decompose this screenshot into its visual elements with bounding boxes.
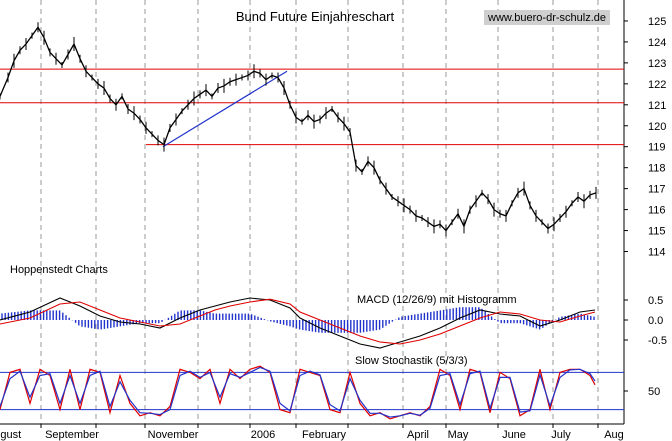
- price-line: [0, 26, 597, 232]
- macd-tick-label: 0.5: [648, 295, 663, 307]
- stochastic-label: Slow Stochastik (5/3/3): [355, 355, 468, 367]
- macd-tick-label: 0.0: [648, 315, 663, 327]
- panel-frames: [0, 0, 625, 425]
- macd-tick-label: -0.5: [648, 335, 667, 347]
- time-tick-label: June: [502, 429, 526, 441]
- panel-caption: Hoppenstedt Charts: [10, 264, 108, 276]
- stochastic-axis-ticks: 50: [624, 386, 660, 398]
- time-axis-ticks: August September November 2006 February April…: [0, 424, 624, 441]
- time-tick-label: August: [0, 429, 21, 441]
- price-tick-label: 120: [648, 121, 666, 133]
- price-tick-label: 118: [648, 163, 666, 175]
- time-tick-label: Aug: [604, 429, 624, 441]
- price-tick-label: 117: [648, 184, 666, 196]
- time-tick-label: November: [148, 429, 199, 441]
- stochastic-line-k: [0, 365, 596, 420]
- chart-title: Bund Future Einjahreschart: [236, 9, 395, 24]
- price-tick-label: 122: [648, 79, 666, 91]
- chart-canvas: Bund Future Einjahreschart www.buero-dr-…: [0, 0, 672, 441]
- time-tick-label: July: [551, 429, 571, 441]
- stochastic-levels: [0, 371, 624, 411]
- stochastic-tick-label: 50: [648, 386, 660, 398]
- price-tick-label: 114: [648, 247, 666, 259]
- horizontal-support-lines: [0, 68, 624, 146]
- price-tick-label: 125: [648, 16, 666, 28]
- macd-axis-ticks: 0.5 0.0 -0.5: [624, 295, 667, 347]
- time-tick-label: April: [407, 429, 429, 441]
- price-tick-label: 121: [648, 100, 666, 112]
- time-tick-label: 2006: [251, 429, 275, 441]
- price-tick-label: 123: [648, 58, 666, 70]
- price-tick-label: 115: [648, 226, 666, 238]
- time-tick-label: May: [448, 429, 469, 441]
- watermark: www.buero-dr-schulz.de: [484, 10, 610, 25]
- macd-label: MACD (12/26/9) mit Histogramm: [357, 294, 517, 306]
- vertical-gridlines: [40, 0, 599, 424]
- price-tick-label: 124: [648, 37, 666, 49]
- price-series: [0, 22, 597, 237]
- price-tick-label: 119: [648, 142, 666, 154]
- price-axis-ticks: 114 115 116 117 118 119 120 121 122 123 124 125: [624, 16, 666, 259]
- price-tick-label: 116: [648, 205, 666, 217]
- svg-text:www.buero-dr-schulz.de: www.buero-dr-schulz.de: [487, 12, 606, 24]
- time-tick-label: February: [302, 429, 347, 441]
- stochastic-series: [0, 365, 596, 420]
- time-tick-label: September: [45, 429, 99, 441]
